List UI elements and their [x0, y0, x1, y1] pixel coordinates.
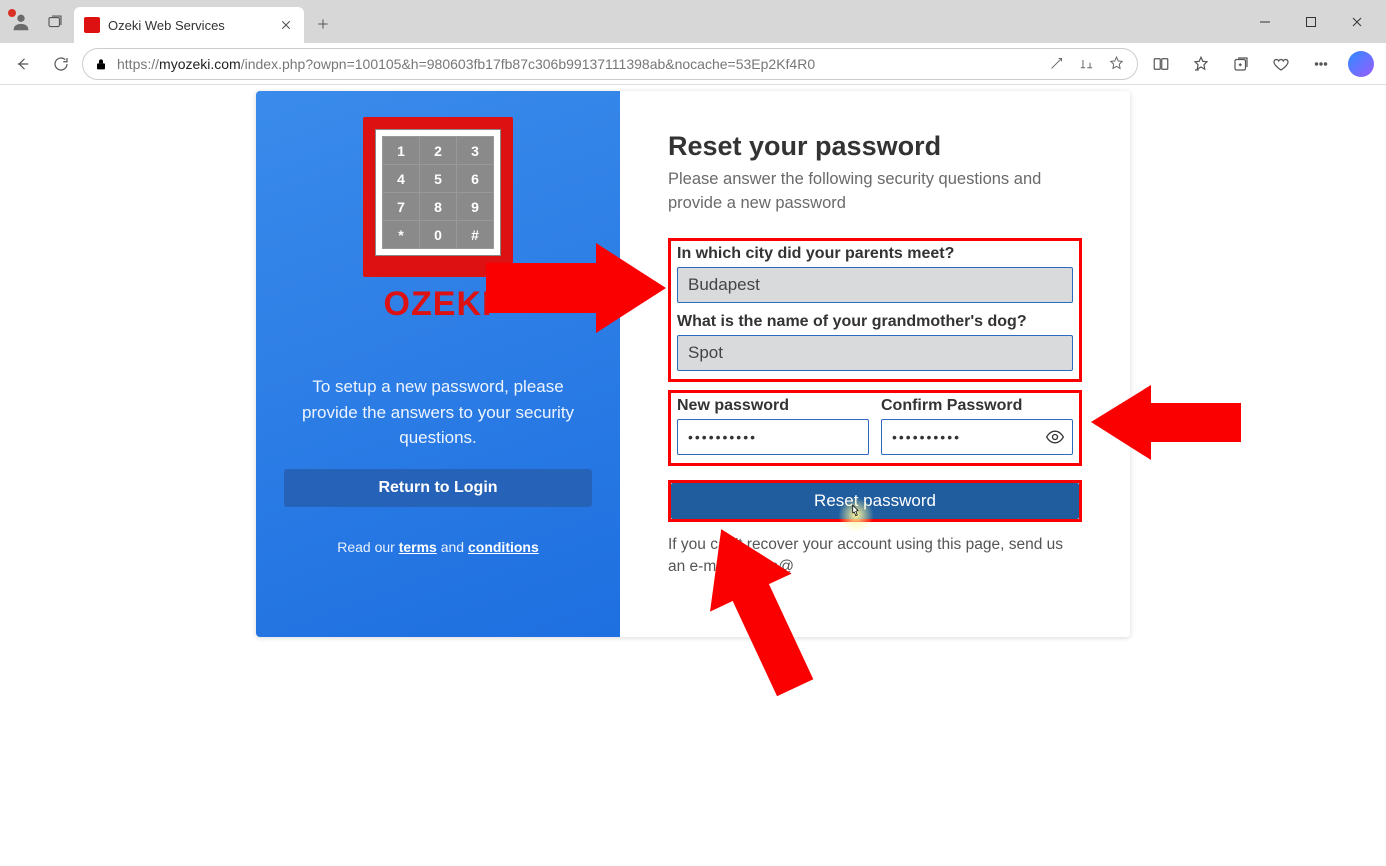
annotation-arrow-right — [1091, 385, 1241, 460]
address-bar[interactable]: https://myozeki.com/index.php?owpn=10010… — [82, 48, 1138, 80]
new-tab-button[interactable] — [308, 9, 338, 39]
split-icon — [1152, 55, 1170, 73]
tab-close-button[interactable] — [278, 17, 294, 33]
terms-link[interactable]: terms — [399, 539, 437, 555]
star-icon — [1108, 55, 1125, 72]
question-2-label: What is the name of your grandmother's d… — [677, 313, 1073, 331]
reader-button[interactable] — [1045, 53, 1067, 75]
performance-button[interactable] — [1262, 47, 1300, 81]
profile-notify-dot — [8, 9, 16, 17]
wand-icon — [1048, 55, 1065, 72]
reveal-password-button[interactable] — [1045, 427, 1065, 447]
page-title: Reset your password — [668, 131, 1082, 162]
window-close[interactable] — [1334, 6, 1380, 38]
close-icon — [280, 19, 292, 31]
more-icon — [1312, 55, 1330, 73]
eye-icon — [1045, 427, 1065, 447]
tab-actions-button[interactable] — [40, 7, 70, 37]
browser-tab-active[interactable]: Ozeki Web Services — [74, 7, 304, 43]
favorites-add-button[interactable] — [1105, 53, 1127, 75]
reset-password-button[interactable]: Reset password — [671, 483, 1079, 519]
star-list-icon — [1192, 55, 1210, 73]
page-subtitle: Please answer the following security que… — [668, 168, 1082, 216]
refresh-icon — [52, 55, 70, 73]
settings-menu-button[interactable] — [1302, 47, 1340, 81]
annotation-arrow-left — [486, 243, 666, 333]
nav-refresh-button[interactable] — [44, 47, 78, 81]
plus-icon — [315, 16, 331, 32]
read-aloud-button[interactable] — [1075, 53, 1097, 75]
reset-button-box: Reset password — [668, 480, 1082, 522]
tab-title: Ozeki Web Services — [108, 18, 270, 33]
text-size-icon — [1078, 55, 1095, 72]
arrow-left-icon — [14, 55, 32, 73]
lock-icon — [93, 56, 109, 72]
security-questions-box: In which city did your parents meet? Wha… — [668, 238, 1082, 382]
maximize-icon — [1305, 16, 1317, 28]
password-box: New password Confirm Password — [668, 390, 1082, 466]
close-icon — [1351, 16, 1363, 28]
left-panel: 123456789*0# OZEKI To setup a new passwo… — [256, 91, 620, 637]
browser-toolbar: https://myozeki.com/index.php?owpn=10010… — [0, 43, 1386, 85]
new-password-label: New password — [677, 397, 869, 415]
return-login-button[interactable]: Return to Login — [284, 469, 592, 507]
split-screen-button[interactable] — [1142, 47, 1180, 81]
toolbar-right — [1142, 47, 1380, 81]
collections-button[interactable] — [1222, 47, 1260, 81]
tabs-icon — [46, 13, 64, 31]
left-description: To setup a new password, please provide … — [284, 374, 592, 451]
site-permissions-button[interactable] — [93, 56, 109, 72]
copilot-button[interactable] — [1342, 47, 1380, 81]
confirm-password-label: Confirm Password — [881, 397, 1073, 415]
left-footer: Read our terms and conditions — [337, 539, 539, 555]
question-1-input[interactable] — [677, 267, 1073, 303]
collections-icon — [1232, 55, 1250, 73]
window-minimize[interactable] — [1242, 6, 1288, 38]
annotation-arrow-bottom — [683, 521, 833, 696]
conditions-link[interactable]: conditions — [468, 539, 539, 555]
tab-favicon — [84, 17, 100, 33]
browser-titlebar: Ozeki Web Services — [0, 0, 1386, 43]
copilot-icon — [1348, 51, 1374, 77]
brand-name: OZEKI — [384, 285, 493, 324]
new-password-input[interactable] — [677, 419, 869, 455]
heart-pulse-icon — [1272, 55, 1290, 73]
question-2-input[interactable] — [677, 335, 1073, 371]
favorites-button[interactable] — [1182, 47, 1220, 81]
question-1-label: In which city did your parents meet? — [677, 245, 1073, 263]
nav-back-button[interactable] — [6, 47, 40, 81]
window-maximize[interactable] — [1288, 6, 1334, 38]
page-viewport: 123456789*0# OZEKI To setup a new passwo… — [0, 85, 1386, 866]
profile-button[interactable] — [6, 7, 36, 37]
window-controls — [1242, 6, 1380, 38]
minimize-icon — [1259, 16, 1271, 28]
url-text: https://myozeki.com/index.php?owpn=10010… — [117, 56, 1037, 72]
